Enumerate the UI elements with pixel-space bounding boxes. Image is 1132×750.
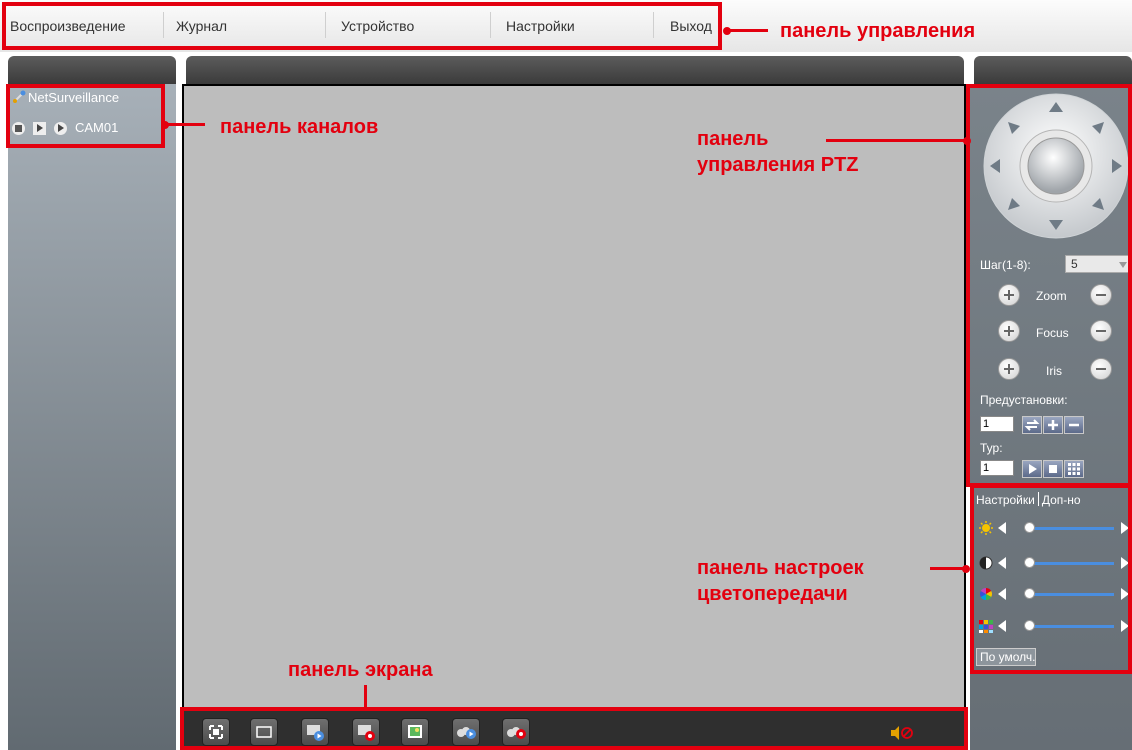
control-panel-highlight: [2, 2, 722, 50]
annotation-line: [168, 123, 205, 126]
color-panel-annotation-line2: цветопередачи: [697, 583, 848, 605]
control-panel-annotation: панель управления: [780, 20, 976, 42]
annotation-line: [826, 139, 966, 142]
color-panel-highlight: [970, 484, 1132, 674]
app-window: Воспроизведение Журнал Устройство Настро…: [0, 0, 1132, 750]
annotation-dot: [962, 565, 970, 573]
annotation-line: [930, 567, 966, 570]
annotation-line: [730, 29, 768, 32]
video-panel-header: [186, 56, 964, 84]
ptz-panel-annotation-line2: управления PTZ: [697, 154, 859, 176]
screen-panel-annotation: панель экрана: [288, 659, 433, 681]
color-panel-annotation-line1: панель настроек: [697, 557, 864, 579]
channel-panel: [8, 84, 176, 750]
ptz-panel-highlight: [966, 84, 1132, 487]
channel-panel-highlight: [6, 84, 165, 148]
video-display[interactable]: [184, 86, 964, 708]
screen-panel-highlight: [180, 707, 968, 750]
channel-panel-header: [8, 56, 176, 84]
channel-panel-annotation: панель каналов: [220, 116, 379, 138]
annotation-dot: [963, 137, 971, 145]
annotation-line: [364, 685, 367, 709]
ptz-panel-header: [974, 56, 1132, 84]
ptz-panel-annotation-line1: панель: [697, 128, 769, 150]
